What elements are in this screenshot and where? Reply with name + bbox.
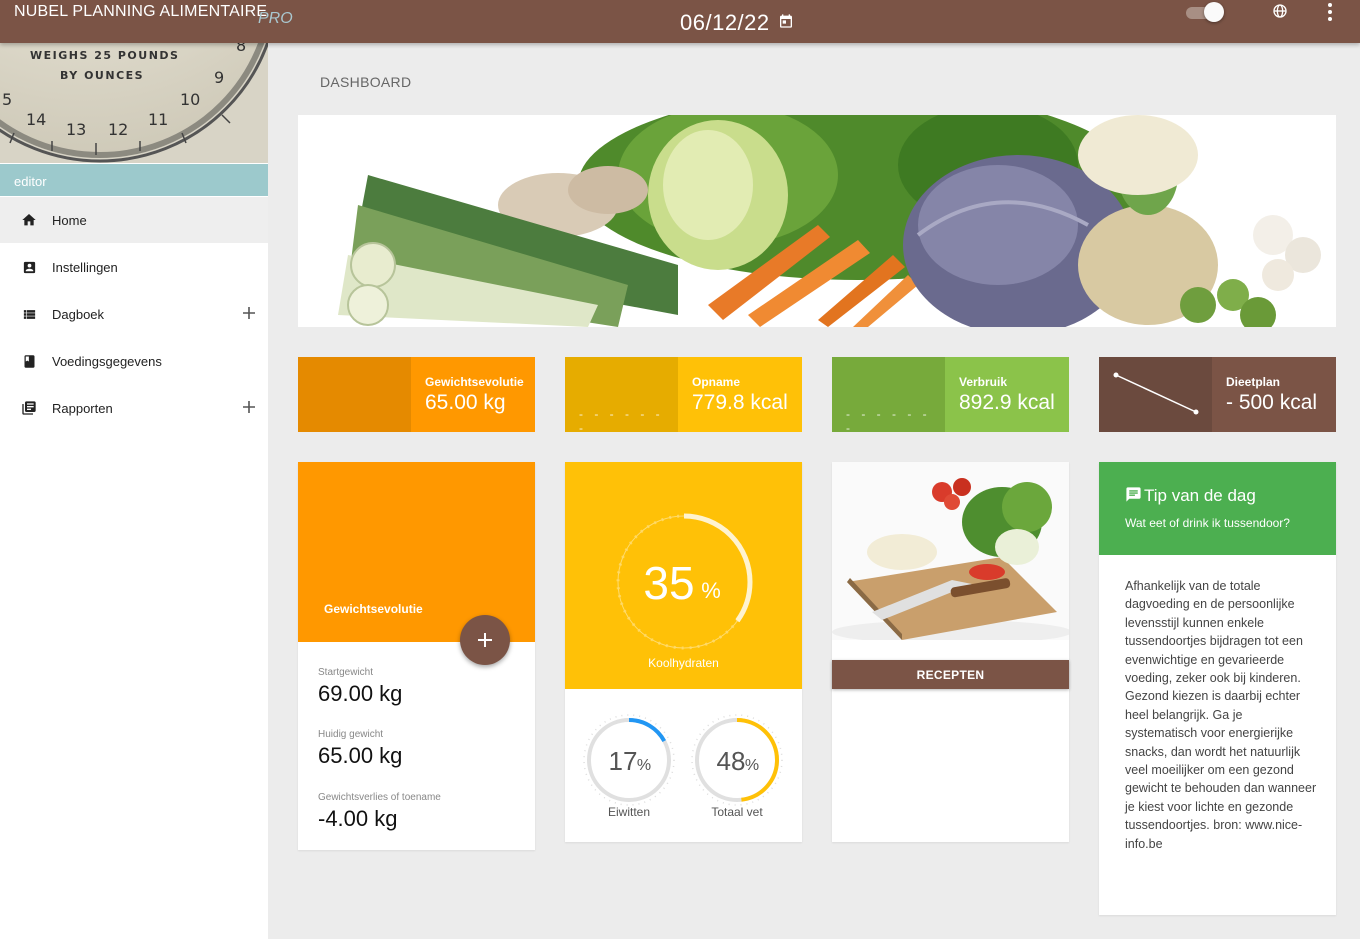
svg-text:8: 8 bbox=[236, 43, 246, 55]
svg-text:10: 10 bbox=[180, 90, 200, 109]
stat-dieetplan[interactable]: Dieetplan - 500 kcal bbox=[1099, 357, 1336, 432]
protein-label: Eiwitten bbox=[607, 805, 651, 819]
app-header: NUBEL PLANNING ALIMENTAIRE PRO 06/12/22 bbox=[0, 0, 1360, 43]
stat-chart-area: - - - - - - - bbox=[832, 357, 945, 435]
sidebar-item-label: Rapporten bbox=[52, 400, 113, 416]
app-edition: PRO bbox=[258, 10, 293, 27]
protein-fat-gauges: 17 % 48 % bbox=[583, 714, 783, 806]
tip-card: Tip van de dag Wat eet of drink ik tusse… bbox=[1099, 462, 1336, 915]
chat-icon bbox=[1125, 486, 1142, 508]
library-books-icon bbox=[20, 399, 38, 417]
weight-card-header: Gewichtsevolutie bbox=[298, 462, 535, 642]
expand-plus-icon[interactable] bbox=[242, 306, 256, 323]
sidebar-item-instellingen[interactable]: Instellingen bbox=[0, 244, 268, 290]
macros-card: 35 % Koolhydraten 17 % 48 % Eiwitten Tot… bbox=[565, 462, 802, 842]
user-role: editor bbox=[0, 164, 268, 196]
svg-text:9: 9 bbox=[214, 68, 224, 87]
scale-text-2: BY OUNCES bbox=[60, 69, 144, 82]
more-vert-icon[interactable] bbox=[1322, 2, 1338, 27]
page-title: DASHBOARD bbox=[320, 74, 412, 90]
carbs-value: 35 bbox=[643, 557, 694, 609]
stat-opname[interactable]: - - - - - - - Opname 779.8 kcal bbox=[565, 357, 802, 435]
start-weight-value: 69.00 kg bbox=[318, 681, 403, 706]
stat-value: 779.8 kcal bbox=[692, 391, 788, 414]
svg-text:14: 14 bbox=[26, 110, 46, 129]
fat-unit: % bbox=[745, 757, 759, 774]
scale-text-1: WEIGHS 25 POUNDS bbox=[30, 49, 179, 62]
carbs-label: Koolhydraten bbox=[648, 656, 719, 670]
stat-gewichtsevolutie[interactable]: Gewichtsevolutie 65.00 kg bbox=[298, 357, 535, 432]
stat-label: Gewichtsevolutie bbox=[425, 375, 524, 389]
stat-verbruik[interactable]: - - - - - - - Verbruik 892.9 kcal bbox=[832, 357, 1069, 435]
account-box-icon bbox=[20, 258, 38, 276]
stat-value: - 500 kcal bbox=[1226, 391, 1318, 414]
tip-question: Wat eet of drink ik tussendoor? bbox=[1125, 516, 1290, 530]
dieetplan-trend-line bbox=[1113, 372, 1199, 415]
fat-value: 48 bbox=[717, 746, 746, 776]
mode-toggle[interactable] bbox=[1186, 2, 1226, 22]
tip-header: Tip van de dag Wat eet of drink ik tusse… bbox=[1099, 462, 1336, 555]
plus-icon bbox=[478, 633, 492, 647]
carbs-unit: % bbox=[701, 578, 721, 603]
recipes-card: RECEPTEN bbox=[832, 462, 1072, 842]
start-weight-label: Startgewicht bbox=[318, 667, 374, 678]
calendar-icon[interactable] bbox=[778, 13, 794, 34]
carbs-panel: 35 % Koolhydraten bbox=[565, 462, 802, 689]
expand-plus-icon[interactable] bbox=[242, 400, 256, 417]
weight-card: Gewichtsevolutie Startgewicht 69.00 kg H… bbox=[298, 462, 535, 850]
add-weight-button[interactable] bbox=[460, 615, 510, 665]
recipes-image bbox=[832, 462, 1072, 644]
stat-label: Opname bbox=[692, 375, 741, 389]
sidebar-item-dagboek[interactable]: Dagboek bbox=[0, 291, 268, 337]
sidebar-item-label: Dagboek bbox=[52, 306, 105, 322]
tip-body: Afhankelijk van de totale dagvoeding en … bbox=[1125, 579, 1317, 851]
sidebar-item-label: Instellingen bbox=[52, 259, 118, 275]
recipes-button[interactable]: RECEPTEN bbox=[832, 660, 1069, 689]
stat-chart-area bbox=[298, 357, 411, 432]
scale-image: WEIGHS 25 POUNDS BY OUNCES 8 9 10 11 12 … bbox=[0, 43, 268, 163]
sidebar-nav: Home Instellingen Dagboek Voedingsgegeve… bbox=[0, 197, 268, 432]
sidebar-item-label: Voedingsgegevens bbox=[52, 353, 162, 369]
fat-label: Totaal vet bbox=[711, 805, 763, 819]
weight-change-value: -4.00 kg bbox=[318, 806, 398, 831]
stat-label: Dieetplan bbox=[1226, 375, 1281, 389]
stat-label: Verbruik bbox=[959, 375, 1008, 389]
stat-sparkline: - - - - - - - bbox=[579, 407, 664, 435]
tip-title: Tip van de dag bbox=[1144, 486, 1256, 505]
svg-text:13: 13 bbox=[66, 120, 86, 139]
current-weight-value: 65.00 kg bbox=[318, 743, 403, 768]
date-picker[interactable]: 06/12/22 bbox=[680, 10, 794, 36]
stat-value: 65.00 kg bbox=[425, 391, 506, 414]
protein-value: 17 bbox=[609, 746, 638, 776]
weight-change-label: Gewichtsverlies of toename bbox=[318, 792, 441, 803]
current-weight-label: Huidig gewicht bbox=[318, 729, 384, 740]
vegetables-banner bbox=[298, 115, 1336, 327]
weight-card-title: Gewichtsevolutie bbox=[324, 602, 423, 616]
sidebar-item-rapporten[interactable]: Rapporten bbox=[0, 385, 268, 431]
sidebar: WEIGHS 25 POUNDS BY OUNCES 8 9 10 11 12 … bbox=[0, 43, 268, 939]
stat-sparkline: - - - - - - - bbox=[846, 407, 931, 435]
list-icon bbox=[20, 305, 38, 323]
book-icon bbox=[20, 352, 38, 370]
current-date: 06/12/22 bbox=[680, 10, 770, 35]
protein-unit: % bbox=[637, 757, 651, 774]
svg-text:12: 12 bbox=[108, 120, 128, 139]
sidebar-item-label: Home bbox=[52, 212, 87, 228]
stat-chart-area bbox=[1099, 357, 1212, 432]
sidebar-item-home[interactable]: Home bbox=[0, 197, 268, 243]
stat-value: 892.9 kcal bbox=[959, 391, 1055, 414]
globe-icon[interactable] bbox=[1272, 3, 1288, 24]
app-title: NUBEL PLANNING ALIMENTAIRE bbox=[14, 3, 268, 20]
svg-text:11: 11 bbox=[148, 110, 168, 129]
home-icon bbox=[20, 211, 38, 229]
carbs-gauge: 35 % bbox=[615, 513, 753, 651]
stat-chart-area: - - - - - - - bbox=[565, 357, 678, 435]
svg-text:5: 5 bbox=[2, 90, 12, 109]
sidebar-item-voedingsgegevens[interactable]: Voedingsgegevens bbox=[0, 338, 268, 384]
